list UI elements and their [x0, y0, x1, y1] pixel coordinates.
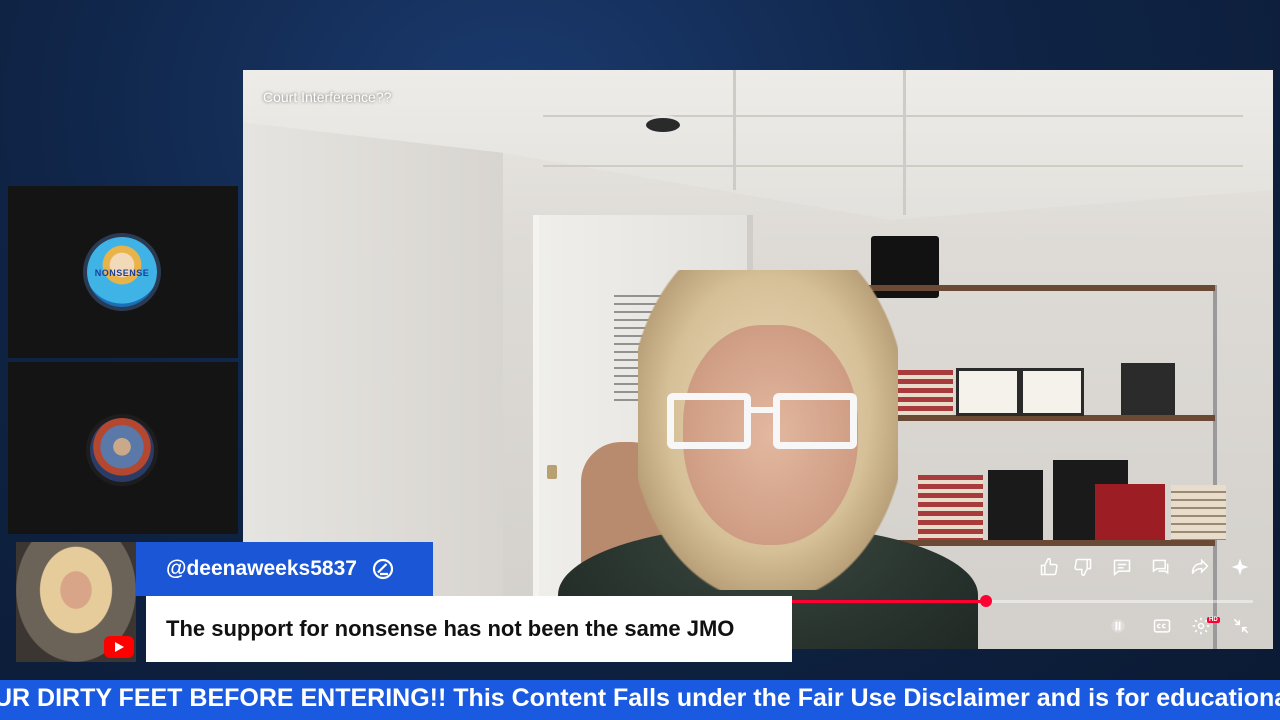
participant-tile-2[interactable]	[8, 362, 238, 534]
avatar-text: NONSENSE	[94, 267, 150, 278]
comment-message-box: The support for nonsense has not been th…	[146, 596, 792, 662]
glasses	[667, 393, 857, 449]
hd-badge: HD	[1207, 617, 1220, 623]
ticker-text: UR DIRTY FEET BEFORE ENTERING!! This Con…	[0, 684, 1280, 712]
avatar	[86, 414, 158, 486]
video-title[interactable]: Court Interference??	[263, 89, 391, 105]
sparkle-icon[interactable]	[1227, 554, 1253, 580]
like-icon[interactable]	[1036, 554, 1062, 580]
youtube-icon	[104, 636, 134, 658]
pause-icon[interactable]	[1105, 613, 1131, 639]
photo-frame	[1020, 368, 1084, 416]
photo-frame	[956, 368, 1020, 416]
comments-icon[interactable]	[1109, 554, 1135, 580]
comment-username-bar: @deenaweeks5837	[136, 542, 433, 596]
comment-username: @deenaweeks5837	[166, 557, 357, 580]
live-chat-icon[interactable]	[1148, 554, 1174, 580]
scrolling-ticker: UR DIRTY FEET BEFORE ENTERING!! This Con…	[0, 680, 1280, 720]
commenter-avatar	[16, 542, 136, 662]
progress-scrubber[interactable]	[980, 595, 992, 607]
captions-icon[interactable]	[1149, 613, 1175, 639]
dislike-icon[interactable]	[1070, 554, 1096, 580]
participant-tile-1[interactable]: NONSENSE	[8, 186, 238, 358]
moderator-icon	[371, 556, 397, 582]
share-icon[interactable]	[1187, 554, 1213, 580]
avatar: NONSENSE	[83, 233, 161, 311]
exit-fullscreen-icon[interactable]	[1228, 613, 1254, 639]
progress-fill	[783, 600, 986, 603]
comment-message: The support for nonsense has not been th…	[166, 616, 735, 641]
ceiling-light	[643, 115, 683, 135]
photo-frame	[1121, 363, 1175, 415]
